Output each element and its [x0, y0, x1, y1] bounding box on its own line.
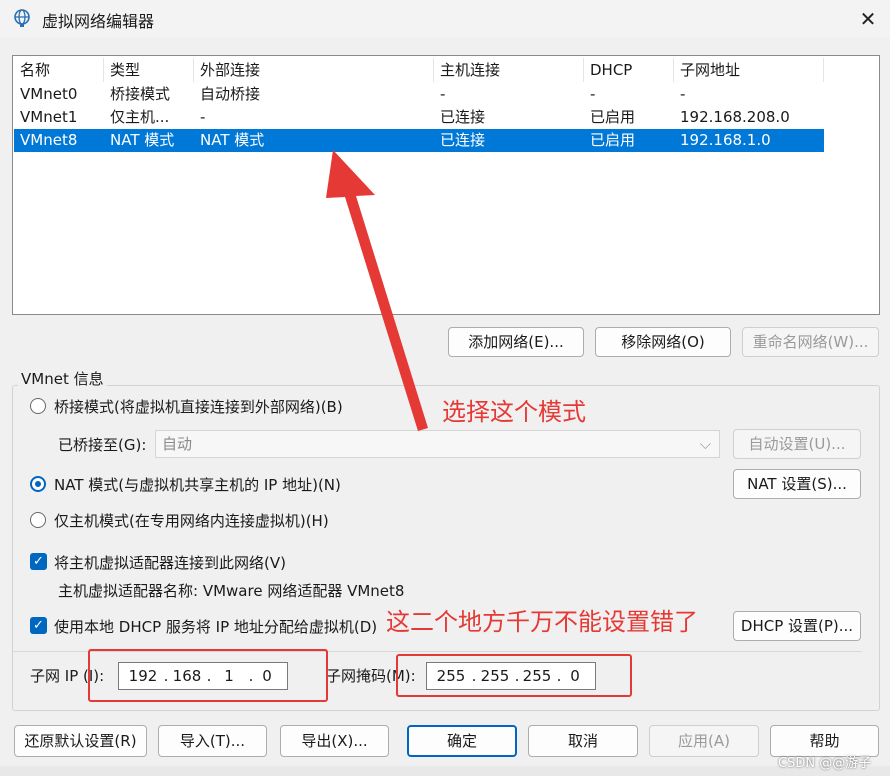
annotation-warning: 这二个地方千万不能设置错了 [386, 608, 698, 636]
cell-host: 已连接 [440, 108, 486, 126]
cell-dhcp: - [590, 85, 596, 103]
nat-mode-radio[interactable] [30, 476, 46, 492]
cell-name: VMnet8 [20, 131, 78, 149]
host-only-label: 仅主机模式(在专用网络内连接虚拟机)(H) [54, 512, 329, 530]
column-header-name[interactable]: 名称 [14, 58, 104, 82]
dhcp-label: 使用本地 DHCP 服务将 IP 地址分配给虚拟机(D) [54, 618, 378, 636]
nat-settings-button[interactable]: NAT 设置(S)... [733, 469, 861, 499]
cell-type: 仅主机... [110, 108, 170, 126]
close-button[interactable]: ✕ [850, 4, 886, 34]
nat-mode-label: NAT 模式(与虚拟机共享主机的 IP 地址)(N) [54, 476, 341, 494]
restore-defaults-button[interactable]: 还原默认设置(R) [14, 725, 147, 757]
export-button[interactable]: 导出(X)... [280, 725, 389, 757]
chevron-down-icon: ⌵ [699, 435, 711, 453]
window-title: 虚拟网络编辑器 [42, 12, 155, 31]
cell-external: NAT 模式 [200, 131, 265, 149]
connect-adapter-label: 将主机虚拟适配器连接到此网络(V) [54, 554, 286, 572]
cell-subnet: 192.168.208.0 [680, 108, 790, 126]
add-network-button[interactable]: 添加网络(E)... [448, 327, 584, 357]
cell-dhcp: 已启用 [590, 131, 636, 149]
bottom-strip [0, 766, 890, 776]
column-header-type[interactable]: 类型 [104, 58, 194, 82]
column-header-external[interactable]: 外部连接 [194, 58, 434, 82]
import-button[interactable]: 导入(T)... [158, 725, 267, 757]
table-row[interactable]: VMnet0 桥接模式 自动桥接 - - - [14, 83, 824, 106]
dhcp-settings-button[interactable]: DHCP 设置(P)... [733, 611, 861, 641]
vmnet-info-label: VMnet 信息 [18, 368, 107, 389]
annotation-subnet-mask-box [396, 654, 632, 697]
connect-adapter-checkbox[interactable]: ✓ [30, 553, 47, 570]
column-header-subnet[interactable]: 子网地址 [674, 58, 824, 82]
cell-subnet: - [680, 85, 686, 103]
dhcp-checkbox[interactable]: ✓ [30, 617, 47, 634]
cell-host: - [440, 85, 446, 103]
cell-dhcp: 已启用 [590, 108, 636, 126]
column-header-dhcp[interactable]: DHCP [584, 58, 674, 82]
cell-external: 自动桥接 [200, 85, 261, 103]
cell-type: 桥接模式 [110, 85, 171, 103]
rename-network-button[interactable]: 重命名网络(W)... [742, 327, 879, 357]
cell-type: NAT 模式 [110, 131, 175, 149]
bridge-mode-radio[interactable] [30, 398, 46, 414]
column-header-host[interactable]: 主机连接 [434, 58, 584, 82]
bridge-mode-label: 桥接模式(将虚拟机直接连接到外部网络)(B) [54, 398, 343, 416]
globe-icon [12, 8, 32, 28]
cell-name: VMnet1 [20, 108, 78, 126]
bridged-to-label: 已桥接至(G): [58, 436, 147, 454]
host-only-radio[interactable] [30, 512, 46, 528]
bridged-to-value: 自动 [162, 435, 193, 453]
auto-settings-button[interactable]: 自动设置(U)... [733, 429, 861, 459]
table-row[interactable]: VMnet1 仅主机... - 已连接 已启用 192.168.208.0 [14, 106, 824, 129]
table-row-selected[interactable]: VMnet8 NAT 模式 NAT 模式 已连接 已启用 192.168.1.0 [14, 129, 824, 152]
cell-subnet: 192.168.1.0 [680, 131, 771, 149]
remove-network-button[interactable]: 移除网络(O) [595, 327, 731, 357]
ok-button[interactable]: 确定 [407, 725, 517, 757]
watermark: CSDN @@游子 [778, 756, 872, 771]
annotation-choose-mode: 选择这个模式 [442, 398, 586, 426]
cell-name: VMnet0 [20, 85, 78, 103]
apply-button[interactable]: 应用(A) [649, 725, 759, 757]
bridged-to-select[interactable]: 自动 ⌵ [155, 430, 720, 458]
annotation-subnet-ip-box [88, 649, 328, 702]
cell-external: - [200, 108, 206, 126]
cancel-button[interactable]: 取消 [528, 725, 638, 757]
cell-host: 已连接 [440, 131, 486, 149]
adapter-name-text: 主机虚拟适配器名称: VMware 网络适配器 VMnet8 [58, 582, 405, 600]
network-table: 名称 类型 外部连接 主机连接 DHCP 子网地址 VMnet0 桥接模式 自动… [12, 55, 880, 315]
